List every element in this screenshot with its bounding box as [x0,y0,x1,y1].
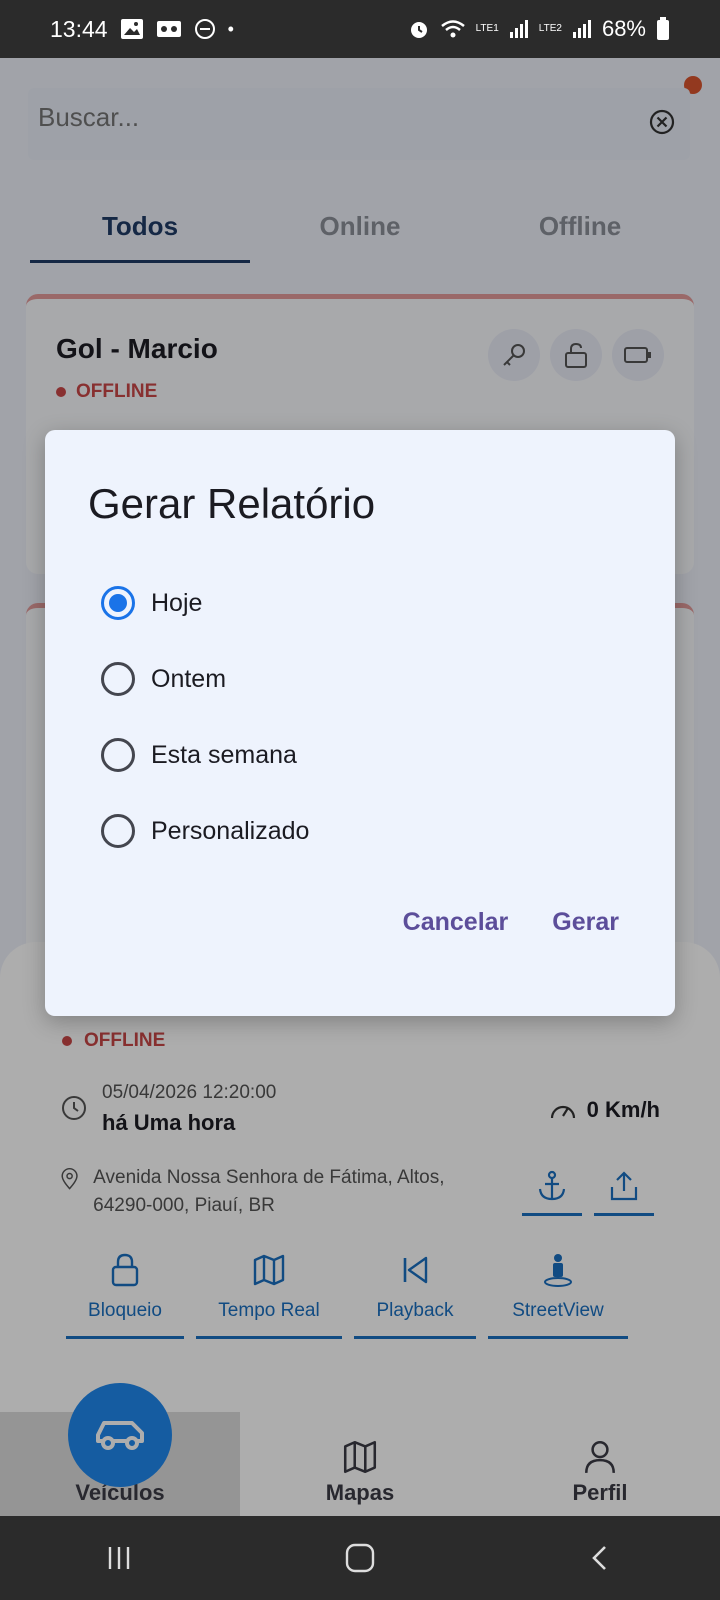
option-ontem[interactable]: Ontem [101,641,309,717]
radio-selected[interactable] [101,586,135,620]
status-time: 13:44 [50,15,108,42]
recent-apps-icon[interactable] [104,1543,134,1573]
back-icon[interactable] [586,1543,616,1573]
generate-button[interactable]: Gerar [552,908,619,937]
radio-unselected[interactable] [101,662,135,696]
gallery-icon [120,19,143,39]
option-personalizado[interactable]: Personalizado [101,793,309,869]
battery-percent: 68% [601,16,646,41]
report-period-options: Hoje Ontem Esta semana Personalizado [101,565,309,869]
wifi-icon [440,20,465,38]
dialog-title: Gerar Relatório [88,480,376,527]
option-label: Hoje [151,588,203,617]
lte1-label: LTE1 [475,23,499,34]
radio-unselected[interactable] [101,814,135,848]
signal-icon [572,20,591,38]
system-nav-bar [0,1516,720,1600]
status-bar: 13:44 • LTE1 LTE2 68% [0,0,720,58]
radio-unselected[interactable] [101,738,135,772]
option-label: Personalizado [151,816,310,845]
lte2-label: LTE2 [538,23,562,34]
home-icon[interactable] [343,1541,377,1575]
alarm-icon [410,22,427,38]
report-dialog: Gerar Relatório Hoje Ontem Esta semana P… [45,430,675,1016]
dialog-buttons: Cancelar Gerar [403,908,619,937]
cancel-button[interactable]: Cancelar [403,908,509,937]
voicemail-icon [156,21,181,37]
option-label: Ontem [151,664,227,693]
notification-dot-icon: • [227,18,234,39]
do-not-disturb-icon [194,19,215,39]
option-hoje[interactable]: Hoje [101,565,309,641]
battery-icon [657,17,669,40]
option-label: Esta semana [151,740,297,769]
option-esta-semana[interactable]: Esta semana [101,717,309,793]
signal-icon [509,20,528,38]
